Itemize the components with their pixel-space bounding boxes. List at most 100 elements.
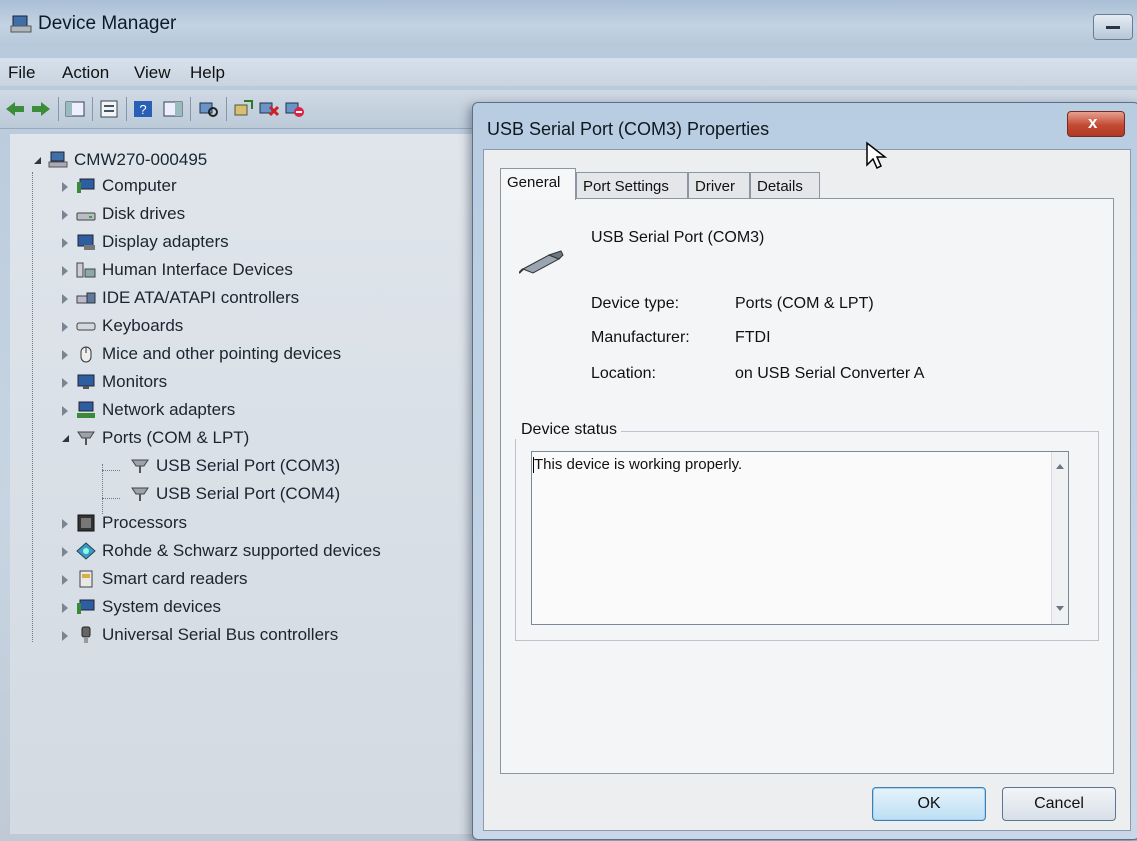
- menu-file[interactable]: File: [8, 63, 35, 83]
- forward-arrow-icon[interactable]: [30, 99, 52, 119]
- monitor-icon: [77, 374, 95, 389]
- tab-general[interactable]: General: [500, 168, 576, 200]
- manufacturer-label: Manufacturer:: [591, 329, 690, 346]
- expand-arrow-icon[interactable]: [62, 266, 68, 276]
- expand-arrow-icon[interactable]: [62, 519, 68, 529]
- tab-driver[interactable]: Driver: [688, 172, 750, 199]
- computer-icon: [48, 151, 68, 168]
- hid-icon: [76, 262, 96, 278]
- tree-item-processors[interactable]: Processors: [62, 511, 422, 537]
- tree-item-usb-serial-com3[interactable]: USB Serial Port (COM3): [116, 454, 436, 480]
- device-manager-icon: [10, 15, 32, 33]
- menu-action[interactable]: Action: [62, 63, 109, 83]
- expand-arrow-icon[interactable]: [62, 294, 68, 304]
- port-icon: [131, 459, 149, 473]
- tree-item-disk-drives[interactable]: Disk drives: [62, 202, 422, 228]
- title-bar: Device Manager: [0, 0, 1137, 46]
- tab-label: General: [507, 174, 561, 191]
- general-tab-panel: USB Serial Port (COM3) Device type: Port…: [500, 198, 1114, 774]
- tree-item-label: Human Interface Devices: [102, 260, 293, 279]
- scroll-up-icon[interactable]: [1056, 464, 1064, 469]
- tab-details[interactable]: Details: [750, 172, 820, 199]
- expand-arrow-icon[interactable]: [62, 210, 68, 220]
- tree-item-human-interface-devices[interactable]: Human Interface Devices: [62, 258, 422, 284]
- help-icon[interactable]: ?: [132, 99, 154, 119]
- update-driver-icon[interactable]: [232, 99, 254, 119]
- tree-item-usb-serial-com4[interactable]: USB Serial Port (COM4): [116, 482, 436, 508]
- display-adapter-icon: [77, 234, 95, 250]
- collapse-arrow-icon[interactable]: [34, 157, 41, 164]
- tree-item-label: Smart card readers: [102, 569, 248, 588]
- scroll-down-icon[interactable]: [1056, 606, 1064, 611]
- menu-view[interactable]: View: [134, 63, 171, 83]
- collapse-arrow-icon[interactable]: [62, 435, 69, 442]
- tree-item-network-adapters[interactable]: Network adapters: [62, 398, 422, 424]
- expand-arrow-icon[interactable]: [62, 322, 68, 332]
- tree-item-label: Computer: [102, 176, 177, 195]
- show-hide-console-tree-icon[interactable]: [64, 99, 86, 119]
- action-pane-icon[interactable]: [162, 99, 184, 119]
- device-status-text: This device is working properly.: [532, 456, 743, 473]
- device-tree: CMW270-000495 Computer Disk drives Displ…: [10, 134, 480, 834]
- tree-item-usb-controllers[interactable]: Universal Serial Bus controllers: [62, 623, 442, 649]
- tree-item-monitors[interactable]: Monitors: [62, 370, 422, 396]
- toolbar-separator: [126, 97, 127, 121]
- expand-arrow-icon[interactable]: [62, 603, 68, 613]
- menu-bar: File Action View Help: [0, 58, 1137, 86]
- properties-icon[interactable]: [98, 99, 120, 119]
- properties-dialog: USB Serial Port (COM3) Properties x Gene…: [472, 102, 1137, 840]
- location-value: on USB Serial Converter A: [735, 365, 925, 382]
- back-arrow-icon[interactable]: [4, 99, 26, 119]
- expand-arrow-icon[interactable]: [62, 182, 68, 192]
- menu-help[interactable]: Help: [190, 63, 225, 83]
- ok-button[interactable]: OK: [872, 787, 986, 821]
- device-status-textbox[interactable]: This device is working properly.: [531, 451, 1069, 625]
- tree-root[interactable]: CMW270-000495: [34, 148, 334, 174]
- dialog-body: General Port Settings Driver Details USB…: [483, 149, 1131, 831]
- tab-label: Driver: [695, 178, 735, 195]
- expand-arrow-icon[interactable]: [62, 406, 68, 416]
- tree-guide-line: [102, 464, 103, 514]
- port-icon: [77, 431, 95, 445]
- usb-icon: [81, 626, 91, 643]
- tree-item-ports[interactable]: Ports (COM & LPT): [62, 426, 422, 452]
- tree-item-mice[interactable]: Mice and other pointing devices: [62, 342, 442, 368]
- tree-item-rohde-schwarz[interactable]: Rohde & Schwarz supported devices: [62, 539, 472, 565]
- minimize-icon: [1106, 26, 1120, 29]
- tree-item-display-adapters[interactable]: Display adapters: [62, 230, 422, 256]
- expand-arrow-icon[interactable]: [62, 238, 68, 248]
- tree-item-label: Ports (COM & LPT): [102, 428, 250, 447]
- window-title: Device Manager: [38, 13, 177, 34]
- manufacturer-value: FTDI: [735, 329, 771, 346]
- expand-arrow-icon[interactable]: [62, 575, 68, 585]
- expand-arrow-icon[interactable]: [62, 350, 68, 360]
- dialog-title: USB Serial Port (COM3) Properties: [487, 119, 770, 139]
- tree-item-label: Monitors: [102, 372, 168, 391]
- tree-item-computer[interactable]: Computer: [62, 174, 422, 200]
- device-type-label: Device type:: [591, 295, 680, 312]
- minimize-button[interactable]: [1093, 14, 1133, 40]
- tree-item-ide-controllers[interactable]: IDE ATA/ATAPI controllers: [62, 286, 422, 312]
- tree-guide-line: [32, 172, 33, 642]
- scan-hardware-icon[interactable]: [198, 99, 220, 119]
- tree-item-smart-card-readers[interactable]: Smart card readers: [62, 567, 422, 593]
- tree-item-label: USB Serial Port (COM3): [156, 456, 341, 475]
- tree-item-keyboards[interactable]: Keyboards: [62, 314, 422, 340]
- tree-item-label: Disk drives: [102, 204, 186, 223]
- location-label: Location:: [591, 365, 656, 382]
- status-scrollbar[interactable]: [1051, 452, 1068, 624]
- disable-device-icon[interactable]: [284, 99, 306, 119]
- tree-item-system-devices[interactable]: System devices: [62, 595, 422, 621]
- expand-arrow-icon[interactable]: [62, 631, 68, 641]
- expand-arrow-icon[interactable]: [62, 547, 68, 557]
- system-devices-icon: [77, 599, 95, 614]
- close-button[interactable]: x: [1067, 111, 1125, 137]
- uninstall-icon[interactable]: [258, 99, 280, 119]
- tab-port-settings[interactable]: Port Settings: [576, 172, 688, 199]
- tree-item-label: Network adapters: [102, 400, 236, 419]
- cancel-button[interactable]: Cancel: [1002, 787, 1116, 821]
- computer-icon: [77, 178, 95, 193]
- mouse-icon: [80, 346, 92, 363]
- tree-item-label: Keyboards: [102, 316, 184, 335]
- expand-arrow-icon[interactable]: [62, 378, 68, 388]
